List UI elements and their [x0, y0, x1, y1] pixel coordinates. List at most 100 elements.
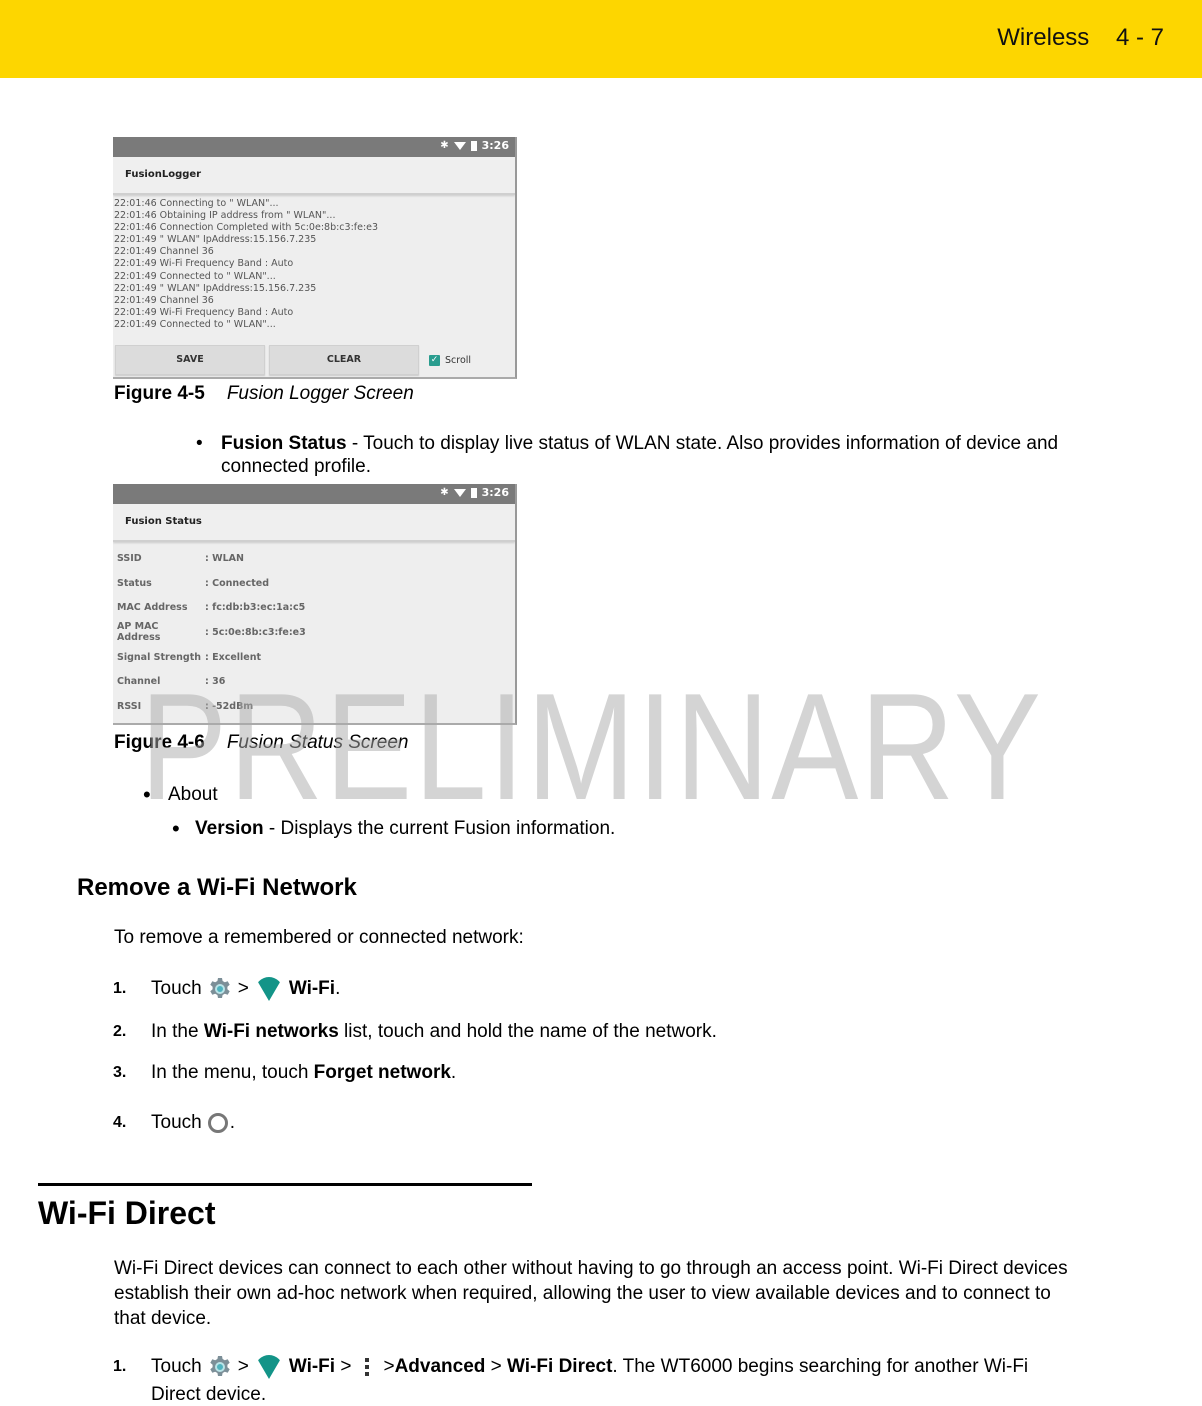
wifi-icon	[254, 1355, 283, 1379]
step-text: .	[229, 1112, 235, 1133]
app-title: Fusion Status	[113, 504, 515, 542]
row-value: : Excellent	[205, 651, 262, 663]
step-text: Touch	[151, 1112, 202, 1133]
step-separator: >	[237, 978, 249, 999]
bluetooth-icon: ✱	[440, 487, 449, 498]
step-item: 1. Touch > Wi-Fi > > Advanced > Wi-Fi Dir…	[113, 1355, 1028, 1379]
log-line: 22:01:49 Wi-Fi Frequency Band : Auto	[114, 306, 294, 318]
save-button[interactable]: SAVE	[115, 345, 265, 375]
version-description: Version - Displays the current Fusion in…	[195, 817, 615, 840]
section-name: Wireless	[997, 24, 1090, 51]
step-separator: >	[383, 1356, 395, 1377]
status-row: Channel : 36	[113, 669, 515, 694]
checkmark-icon: ✓	[429, 354, 440, 366]
wifi-direct-paragraph: Wi-Fi Direct devices can connect to each…	[114, 1256, 1068, 1331]
paragraph-line: establish their own ad-hoc network when …	[114, 1283, 1051, 1304]
page-header: Wireless 4 - 7	[997, 24, 1164, 52]
log-line: 22:01:46 Obtaining IP address from " WLA…	[114, 210, 336, 222]
page-number: 4 - 7	[1115, 24, 1164, 51]
row-key: Status	[117, 577, 152, 589]
step-text: list, touch and hold the name of the net…	[338, 1021, 717, 1042]
step-number: 2.	[113, 1023, 127, 1040]
step-number: 3.	[113, 1064, 127, 1081]
step-text: Touch	[151, 978, 202, 999]
scroll-checkbox[interactable]: ✓ Scroll	[429, 354, 471, 366]
figure-caption: Figure 4-5 Fusion Logger Screen	[114, 383, 414, 405]
figure-caption: Figure 4-6 Fusion Status Screen	[114, 732, 408, 754]
app-title: FusionLogger	[113, 157, 515, 195]
step-continuation: Direct device.	[151, 1384, 267, 1405]
settings-gear-icon	[210, 1356, 230, 1376]
log-line: 22:01:46 Connection Completed with 5c:0e…	[114, 222, 379, 234]
fusion-status-description: Fusion Status - Touch to display live st…	[221, 432, 1058, 478]
battery-icon	[470, 487, 477, 498]
step-text: In the	[151, 1021, 204, 1042]
row-key: RSSI	[117, 700, 142, 712]
status-row: Signal Strength: Excellent	[113, 645, 515, 670]
home-circle-icon	[207, 1113, 228, 1133]
row-value: : Connected	[205, 577, 269, 589]
wifi-icon	[453, 488, 466, 497]
section-intro: To remove a remembered or connected netw…	[114, 927, 524, 948]
step-bold-text: Forget network	[313, 1062, 451, 1083]
step-text: . The WT6000 begins searching for anothe…	[612, 1356, 1029, 1377]
paragraph-line: Wi-Fi Direct devices can connect to each…	[114, 1258, 1068, 1279]
section-divider	[38, 1183, 532, 1186]
status-time: 3:26	[481, 139, 509, 152]
status-row: Status : Connected	[113, 571, 515, 596]
battery-icon	[470, 140, 477, 151]
wifi-icon	[453, 141, 466, 150]
status-row: Link Speed: 243Mbps	[113, 719, 515, 723]
overflow-menu-icon	[365, 1358, 370, 1376]
log-line: 22:01:49 Channel 36	[114, 294, 214, 306]
status-time: 3:26	[481, 486, 509, 499]
row-key: SSID	[117, 552, 142, 564]
step-item: 1. Touch > Wi-Fi.	[113, 977, 340, 1001]
log-line: 22:01:49 Channel 36	[114, 246, 214, 258]
figure-number: Figure 4-5	[114, 383, 205, 404]
step-text: In the menu, touch	[151, 1062, 314, 1083]
bluetooth-icon: ✱	[440, 140, 449, 151]
section-heading: Remove a Wi-Fi Network	[77, 874, 357, 901]
status-row: MAC Address: fc:db:b3:ec:1a:c5	[113, 595, 515, 620]
status-row: RSSI: -52dBm	[113, 694, 515, 719]
status-table: SSID : WLAN Status : Connected MAC Address…	[113, 542, 515, 723]
log-line: 22:01:46 Connecting to " WLAN"...	[114, 198, 279, 209]
step-number: 1.	[113, 980, 127, 997]
log-line: 22:01:49 " WLAN" IpAddress:15.156.7.235	[114, 234, 317, 246]
bullet-dot: •	[172, 816, 180, 841]
step-separator: >	[335, 1356, 352, 1377]
step-separator: >	[485, 1356, 508, 1377]
log-line: 22:01:49 " WLAN" IpAddress:15.156.7.235	[114, 282, 317, 294]
log-list: 22:01:46 Connecting to " WLAN"... 22:01:…	[113, 195, 515, 331]
step-text: .	[335, 978, 341, 999]
row-key: Channel	[117, 676, 161, 688]
step-number: 1.	[113, 1358, 127, 1375]
row-value: : 5c:0e:8b:c3:fe:e3	[205, 626, 306, 638]
step-bold-text: Advanced	[394, 1356, 486, 1377]
row-key: MAC Address	[117, 602, 188, 614]
bullet-dot: •	[196, 433, 203, 454]
step-item: 3. In the menu, touch Forget network.	[113, 1062, 456, 1084]
description-text: - Displays the current Fusion informatio…	[263, 818, 616, 839]
term: Fusion Status	[221, 433, 347, 454]
description-text: connected profile.	[221, 456, 371, 477]
step-bold-text: Wi-Fi	[288, 978, 336, 999]
step-separator: >	[237, 1356, 249, 1377]
figure-title: Fusion Logger Screen	[226, 383, 414, 404]
row-key: Signal Strength	[117, 651, 202, 663]
fusion-status-screenshot: ✱ 3:26 Fusion Status SSID : WLAN Status : …	[113, 484, 517, 725]
status-row: SSID : WLAN	[113, 546, 515, 571]
settings-gear-icon	[210, 978, 230, 998]
about-item: About	[168, 784, 218, 805]
step-bold-text: Wi-Fi networks	[203, 1021, 339, 1042]
log-line: 22:01:49 Connected to " WLAN"...	[114, 318, 276, 330]
clear-button[interactable]: CLEAR	[269, 345, 419, 375]
paragraph-line: that device.	[114, 1308, 212, 1329]
row-value: : 36	[205, 676, 226, 688]
term: Version	[195, 818, 264, 839]
fusion-logger-screenshot: ✱ 3:26 FusionLogger 22:01:46 Connecting …	[113, 137, 517, 379]
row-value: : WLAN	[205, 552, 244, 564]
row-key: AP MAC Address	[117, 621, 161, 644]
wifi-icon	[254, 977, 283, 1001]
